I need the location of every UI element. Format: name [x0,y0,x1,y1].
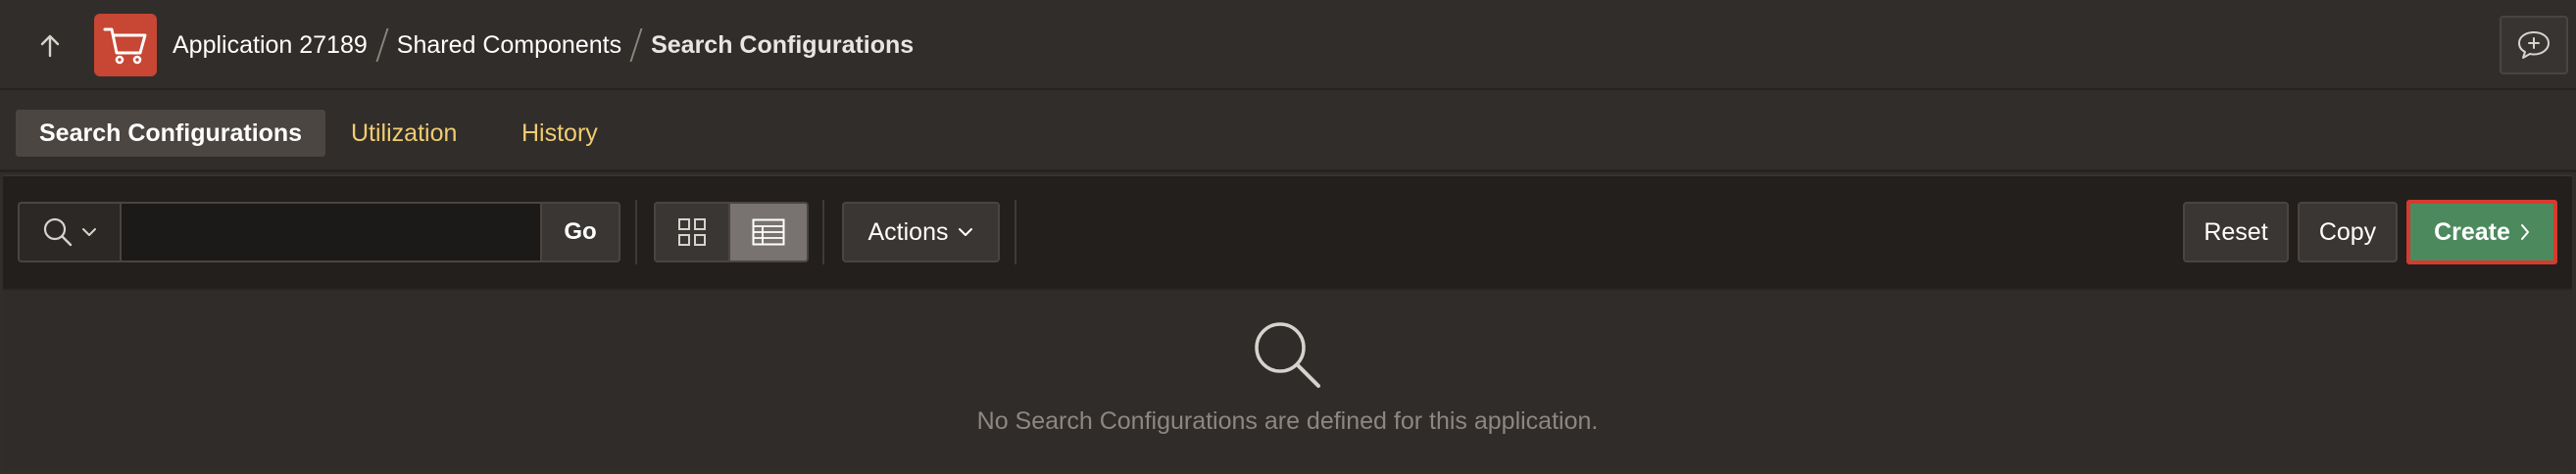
view-icons-button[interactable] [654,202,730,262]
search-column-selector[interactable] [18,202,120,262]
navigate-up-button[interactable] [29,25,71,67]
tab-bar: Search Configurations Utilization Histor… [0,92,2576,172]
shopping-cart-icon [103,27,147,65]
chevron-right-icon [2520,224,2529,240]
go-button[interactable]: Go [542,202,620,262]
actions-menu-button[interactable]: Actions [842,202,1000,262]
reset-button[interactable]: Reset [2183,202,2289,262]
table-view-icon [752,218,785,246]
chat-plus-icon [2518,31,2550,59]
chevron-down-icon [959,228,973,236]
tab-history[interactable]: History [498,110,621,157]
breadcrumb-shared-components[interactable]: Shared Components [397,31,621,60]
empty-state-message: No Search Configurations are defined for… [976,407,1599,435]
search-icon [1255,322,1320,388]
report-toolbar: Go Actions Reset Copy Create [3,175,2572,288]
feedback-button[interactable] [2500,16,2568,74]
breadcrumb-application[interactable]: Application 27189 [173,31,368,60]
breadcrumb: Application 27189 Shared Components Sear… [173,0,914,90]
tab-utilization[interactable]: Utilization [327,110,480,157]
app-header: Application 27189 Shared Components Sear… [0,0,2576,90]
copy-button[interactable]: Copy [2298,202,2398,262]
empty-state: No Search Configurations are defined for… [3,288,2572,470]
actions-label: Actions [867,217,949,246]
toolbar-divider [1015,200,1016,264]
create-label: Create [2434,217,2510,246]
toolbar-divider [635,200,637,264]
app-icon[interactable] [94,14,157,76]
search-input[interactable] [120,202,542,262]
arrow-up-icon [40,34,60,58]
report-toolbar-container: Go Actions Reset Copy Create [0,175,2576,288]
toolbar-divider [822,200,824,264]
report-body: No Search Configurations are defined for… [0,288,2576,474]
breadcrumb-separator [375,28,389,62]
tab-search-configurations[interactable]: Search Configurations [16,110,326,157]
breadcrumb-separator [629,28,643,62]
view-report-button[interactable] [730,202,809,262]
breadcrumb-current-page: Search Configurations [651,30,915,59]
chevron-down-icon [82,228,96,236]
page: Application 27189 Shared Components Sear… [0,0,2576,474]
create-button[interactable]: Create [2406,200,2557,264]
search-icon [43,217,73,247]
grid-view-icon [678,218,706,246]
